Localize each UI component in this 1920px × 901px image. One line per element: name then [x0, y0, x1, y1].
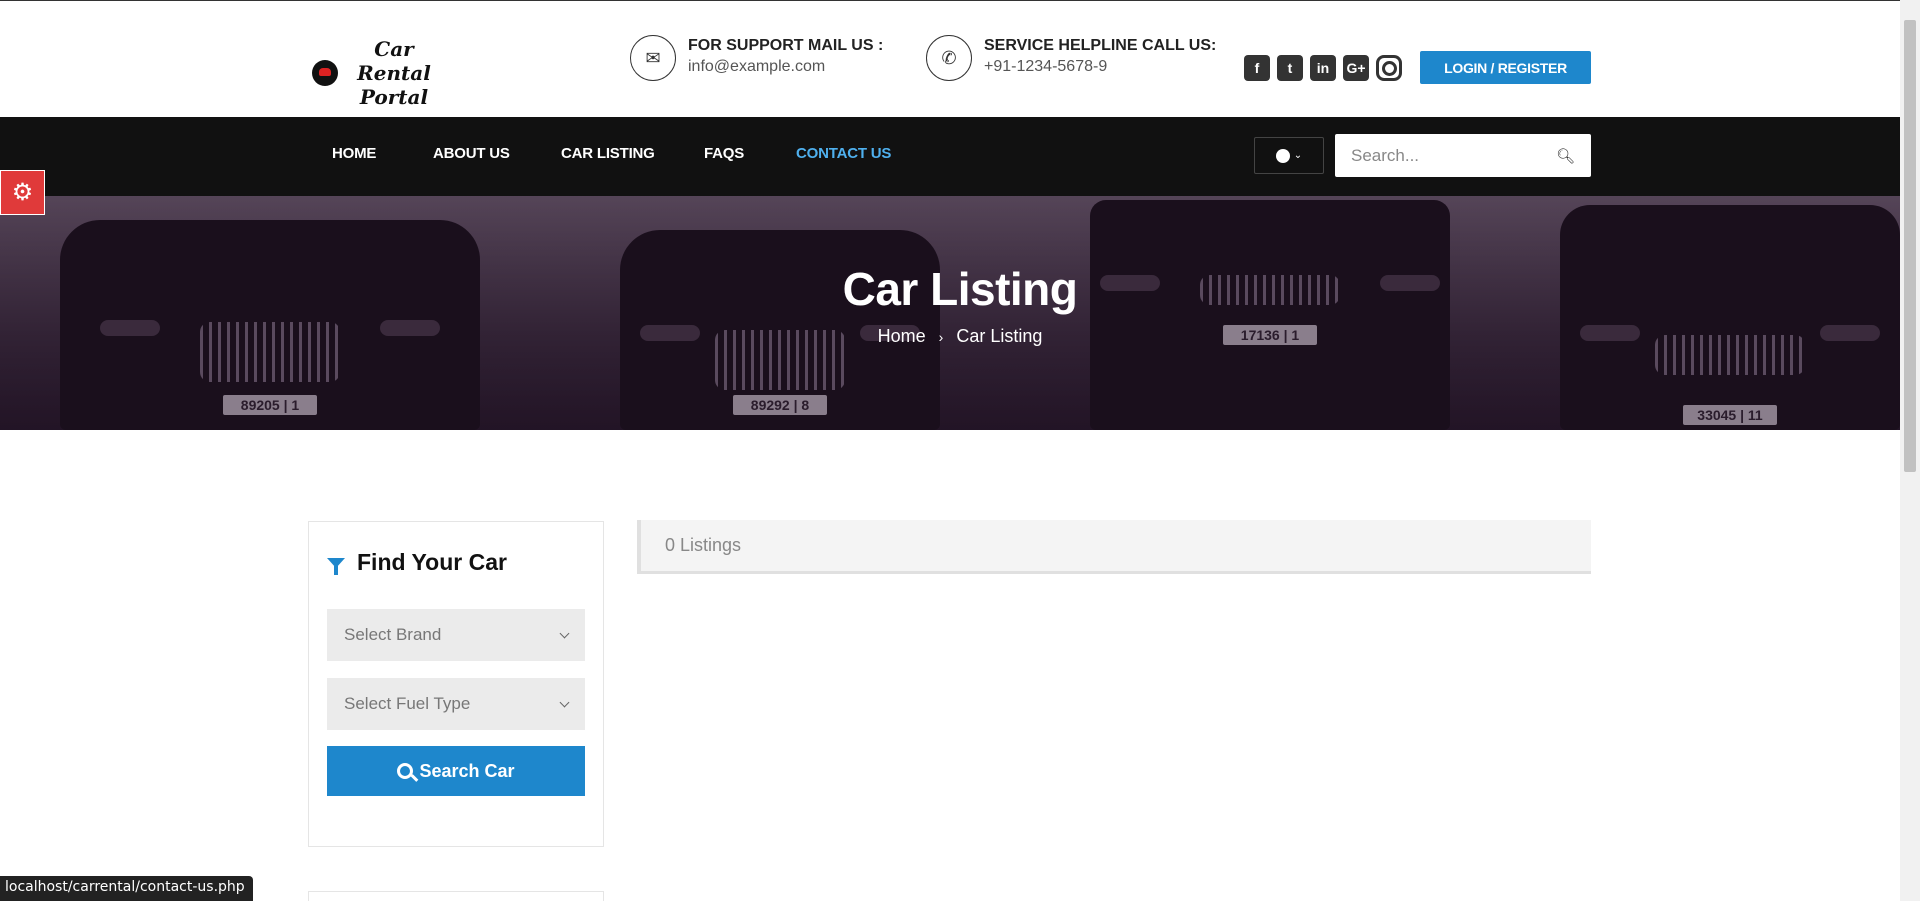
- find-car-title: Find Your Car: [357, 549, 507, 575]
- social-links: f t in G+: [1244, 55, 1402, 81]
- page-title: Car Listing: [842, 263, 1078, 315]
- find-your-car-panel: Find Your Car Select Brand Select Fuel T…: [308, 521, 604, 847]
- listings-count: 0 Listings: [665, 535, 742, 555]
- linkedin-icon[interactable]: in: [1310, 55, 1336, 81]
- service-helpline: ✆ SERVICE HELPLINE CALL US: +91-1234-567…: [926, 35, 1216, 81]
- search-icon[interactable]: 🔍︎: [1556, 147, 1575, 165]
- support-mail: ✉ FOR SUPPORT MAIL US : info@example.com: [630, 35, 883, 81]
- instagram-icon[interactable]: [1376, 55, 1402, 81]
- select-brand-value: Select Brand: [344, 625, 442, 644]
- user-circle-icon: [1275, 148, 1290, 163]
- nav-faqs[interactable]: FAQS: [704, 145, 744, 162]
- chevron-down-icon: [559, 628, 570, 638]
- listings-count-bar: 0 Listings: [637, 520, 1591, 574]
- header-search: 🔍︎: [1335, 134, 1591, 177]
- status-bar-url: localhost/carrental/contact-us.php: [0, 876, 253, 901]
- breadcrumb-home[interactable]: Home: [878, 326, 926, 346]
- find-car-heading: Find Your Car: [327, 549, 507, 576]
- envelope-icon: ✉: [630, 35, 676, 81]
- support-email: info@example.com: [688, 58, 826, 75]
- site-logo[interactable]: Car Rental Portal: [312, 37, 448, 109]
- chevron-down-icon: ⌄: [1293, 150, 1303, 161]
- chevron-down-icon: [559, 697, 570, 707]
- select-brand[interactable]: Select Brand: [327, 609, 585, 661]
- search-car-label: Search Car: [419, 760, 515, 781]
- nav-home[interactable]: HOME: [332, 145, 376, 162]
- main-navbar: HOME ABOUT US CAR LISTING FAQS CONTACT U…: [0, 117, 1900, 196]
- settings-gear-button[interactable]: ⚙: [0, 170, 45, 215]
- nav-about-us[interactable]: ABOUT US: [433, 145, 510, 162]
- nav-contact-us[interactable]: CONTACT US: [796, 145, 891, 162]
- breadcrumb: Home › Car Listing: [0, 326, 1920, 347]
- facebook-icon[interactable]: f: [1244, 55, 1270, 81]
- gear-icon: ⚙: [11, 179, 34, 206]
- filter-icon: [327, 557, 345, 575]
- search-icon: [397, 763, 414, 779]
- hero-car-image: 33045 | 11: [1560, 205, 1900, 430]
- logo-line-1: Car Rental: [357, 37, 431, 85]
- twitter-icon[interactable]: t: [1277, 55, 1303, 81]
- breadcrumb-current: Car Listing: [956, 326, 1043, 346]
- helpline-title: SERVICE HELPLINE CALL US:: [984, 37, 1217, 54]
- logo-car-icon: [312, 60, 338, 86]
- nav-car-listing[interactable]: CAR LISTING: [561, 145, 655, 162]
- site-header: Car Rental Portal ✉ FOR SUPPORT MAIL US …: [0, 1, 1900, 117]
- search-car-button[interactable]: Search Car: [327, 746, 585, 796]
- login-register-button[interactable]: LOGIN / REGISTER: [1420, 51, 1591, 84]
- select-fuel-value: Select Fuel Type: [344, 694, 471, 713]
- logo-text: Car Rental Portal: [340, 37, 448, 109]
- select-fuel-type[interactable]: Select Fuel Type: [327, 678, 585, 730]
- scrollbar-thumb[interactable]: [1904, 20, 1916, 472]
- car-plate: 33045 | 11: [1683, 405, 1777, 425]
- search-input[interactable]: [1351, 145, 1551, 166]
- user-account-dropdown[interactable]: ⌄: [1254, 137, 1324, 174]
- phone-icon: ✆: [926, 35, 972, 81]
- car-plate: 89292 | 8: [733, 395, 827, 415]
- helpline-phone: +91-1234-5678-9: [984, 58, 1108, 75]
- logo-line-2: Portal: [359, 85, 429, 109]
- support-title: FOR SUPPORT MAIL US :: [688, 37, 884, 54]
- car-plate: 89205 | 1: [223, 395, 317, 415]
- chevron-right-icon: ›: [938, 329, 944, 345]
- page-scrollbar[interactable]: [1900, 0, 1920, 901]
- google-plus-icon[interactable]: G+: [1343, 55, 1369, 81]
- secondary-sidebar-panel: [308, 891, 604, 901]
- hero-car-image: 89205 | 1: [60, 220, 480, 430]
